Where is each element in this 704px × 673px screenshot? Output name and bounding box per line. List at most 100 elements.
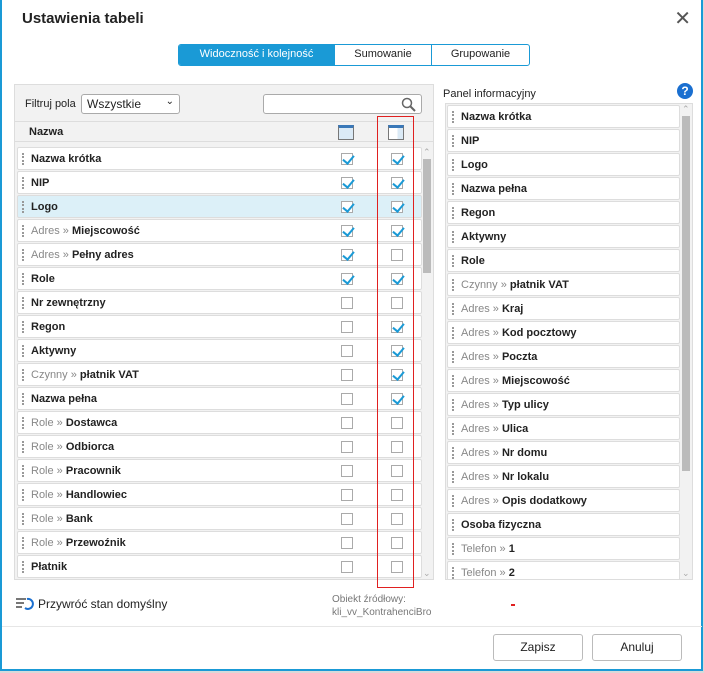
info-panel-checkbox[interactable]: [391, 369, 403, 381]
drag-handle-icon[interactable]: [452, 399, 454, 411]
list-item[interactable]: Nazwa krótka: [447, 105, 680, 128]
info-panel-icon[interactable]: [388, 125, 404, 140]
save-button[interactable]: Zapisz: [493, 634, 583, 661]
search-input[interactable]: [263, 94, 422, 114]
list-item[interactable]: Płatnik: [17, 555, 422, 578]
list-item[interactable]: Adres » Miejscowość: [447, 369, 680, 392]
drag-handle-icon[interactable]: [452, 351, 454, 363]
list-item[interactable]: Telefon » 1: [447, 537, 680, 560]
list-item[interactable]: Adres » Pełny adres: [17, 243, 422, 266]
table-visible-checkbox[interactable]: [341, 369, 353, 381]
list-item[interactable]: Adres » Miejscowość: [17, 219, 422, 242]
list-item[interactable]: Role » Bank: [17, 507, 422, 530]
table-visible-checkbox[interactable]: [341, 249, 353, 261]
list-item[interactable]: Czynny » płatnik VAT: [447, 273, 680, 296]
drag-handle-icon[interactable]: [452, 327, 454, 339]
info-panel-checkbox[interactable]: [391, 489, 403, 501]
list-item[interactable]: Role » Odbiorca: [17, 435, 422, 458]
drag-handle-icon[interactable]: [22, 489, 24, 501]
list-item[interactable]: Aktywny: [447, 225, 680, 248]
drag-handle-icon[interactable]: [22, 513, 24, 525]
list-item[interactable]: Nazwa pełna: [447, 177, 680, 200]
list-item[interactable]: Nr zewnętrzny: [17, 291, 422, 314]
list-item[interactable]: Nazwa krótka: [17, 147, 422, 170]
scrollbar[interactable]: ⌃ ⌄: [681, 104, 692, 579]
scrollbar[interactable]: ⌃ ⌄: [422, 147, 433, 579]
list-item[interactable]: Role » Przewoźnik: [17, 531, 422, 554]
info-panel-checkbox[interactable]: [391, 417, 403, 429]
table-visible-checkbox[interactable]: [341, 561, 353, 573]
table-visible-checkbox[interactable]: [341, 297, 353, 309]
list-item[interactable]: Osoba fizyczna: [447, 513, 680, 536]
drag-handle-icon[interactable]: [22, 465, 24, 477]
drag-handle-icon[interactable]: [452, 135, 454, 147]
drag-handle-icon[interactable]: [452, 567, 454, 579]
table-visible-checkbox[interactable]: [341, 273, 353, 285]
help-icon[interactable]: ?: [677, 83, 693, 99]
drag-handle-icon[interactable]: [452, 471, 454, 483]
drag-handle-icon[interactable]: [452, 303, 454, 315]
info-panel-checkbox[interactable]: [391, 201, 403, 213]
list-item[interactable]: Logo: [17, 195, 422, 218]
list-item[interactable]: Regon: [447, 201, 680, 224]
filter-select[interactable]: Wszystkie ⌄: [81, 94, 180, 114]
list-item[interactable]: NIP: [17, 171, 422, 194]
drag-handle-icon[interactable]: [452, 495, 454, 507]
drag-handle-icon[interactable]: [22, 345, 24, 357]
table-visible-checkbox[interactable]: [341, 465, 353, 477]
table-visible-checkbox[interactable]: [341, 177, 353, 189]
table-visible-checkbox[interactable]: [341, 321, 353, 333]
list-item[interactable]: Adres » Poczta: [447, 345, 680, 368]
list-item[interactable]: Role » Handlowiec: [17, 483, 422, 506]
list-item[interactable]: Adres » Kod pocztowy: [447, 321, 680, 344]
drag-handle-icon[interactable]: [452, 279, 454, 291]
tab-sum[interactable]: Sumowanie: [334, 45, 431, 65]
info-panel-checkbox[interactable]: [391, 273, 403, 285]
list-item[interactable]: Adres » Nr domu: [447, 441, 680, 464]
info-panel-checkbox[interactable]: [391, 537, 403, 549]
list-item[interactable]: Adres » Typ ulicy: [447, 393, 680, 416]
list-item[interactable]: Adres » Ulica: [447, 417, 680, 440]
drag-handle-icon[interactable]: [22, 297, 24, 309]
table-visible-checkbox[interactable]: [341, 153, 353, 165]
list-item[interactable]: Adres » Nr lokalu: [447, 465, 680, 488]
drag-handle-icon[interactable]: [452, 519, 454, 531]
table-visible-checkbox[interactable]: [341, 489, 353, 501]
cancel-button[interactable]: Anuluj: [592, 634, 682, 661]
list-item[interactable]: Role » Dostawca: [17, 411, 422, 434]
table-visible-checkbox[interactable]: [341, 537, 353, 549]
table-visible-checkbox[interactable]: [341, 201, 353, 213]
tab-grouping[interactable]: Grupowanie: [431, 45, 529, 65]
drag-handle-icon[interactable]: [452, 375, 454, 387]
info-panel-checkbox[interactable]: [391, 321, 403, 333]
drag-handle-icon[interactable]: [22, 417, 24, 429]
drag-handle-icon[interactable]: [452, 207, 454, 219]
drag-handle-icon[interactable]: [22, 561, 24, 573]
drag-handle-icon[interactable]: [22, 369, 24, 381]
list-item[interactable]: Czynny » płatnik VAT: [17, 363, 422, 386]
list-item[interactable]: Aktywny: [17, 339, 422, 362]
info-panel-checkbox[interactable]: [391, 153, 403, 165]
table-visible-checkbox[interactable]: [341, 393, 353, 405]
list-item[interactable]: Role: [447, 249, 680, 272]
drag-handle-icon[interactable]: [452, 543, 454, 555]
drag-handle-icon[interactable]: [452, 255, 454, 267]
drag-handle-icon[interactable]: [22, 441, 24, 453]
drag-handle-icon[interactable]: [452, 111, 454, 123]
table-visible-checkbox[interactable]: [341, 441, 353, 453]
close-icon[interactable]: ✕: [674, 6, 691, 31]
info-panel-checkbox[interactable]: [391, 249, 403, 261]
drag-handle-icon[interactable]: [452, 423, 454, 435]
table-visible-checkbox[interactable]: [341, 417, 353, 429]
table-visible-checkbox[interactable]: [341, 225, 353, 237]
table-visible-checkbox[interactable]: [341, 513, 353, 525]
info-panel-checkbox[interactable]: [391, 561, 403, 573]
list-item[interactable]: Logo: [447, 153, 680, 176]
drag-handle-icon[interactable]: [22, 393, 24, 405]
list-item[interactable]: NIP: [447, 129, 680, 152]
list-item[interactable]: Adres » Kraj: [447, 297, 680, 320]
info-panel-checkbox[interactable]: [391, 177, 403, 189]
drag-handle-icon[interactable]: [22, 153, 24, 165]
list-item[interactable]: Adres » Opis dodatkowy: [447, 489, 680, 512]
table-visible-checkbox[interactable]: [341, 345, 353, 357]
